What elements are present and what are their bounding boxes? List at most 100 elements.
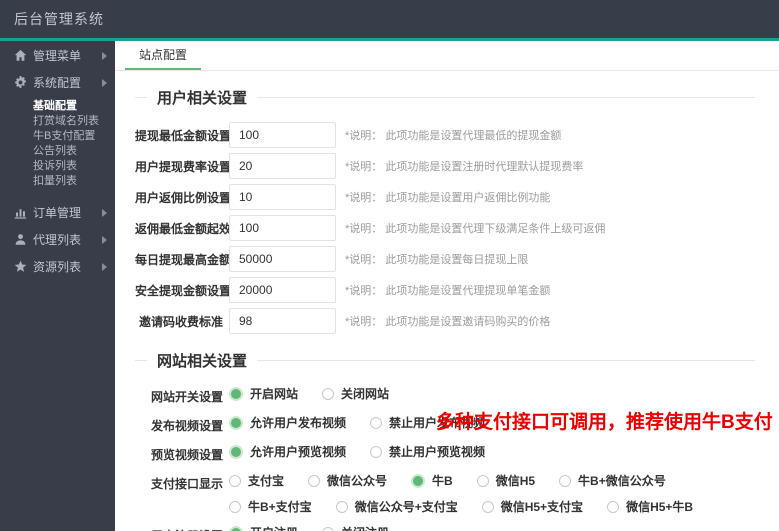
daily-max-withdraw-input[interactable] [229, 246, 336, 272]
chevron-right-icon [102, 51, 107, 60]
invite-code-price-input[interactable] [229, 308, 336, 334]
radio-icon [476, 474, 489, 487]
field-label: 用户注册设置 [135, 527, 223, 531]
field-label: 支付接口显示 [150, 477, 223, 491]
radio-option-forbid-preview[interactable]: 禁止用户预览视频 [370, 443, 485, 460]
section-title-website-settings: 网站相关设置 [135, 350, 755, 371]
radio-icon [229, 474, 241, 487]
radio-icon [559, 474, 572, 487]
sidebar-item-system-config[interactable]: 系统配置 [0, 69, 115, 96]
payment-recommendation-note: 多种支付接口可调用，推荐使用牛B支付 [436, 412, 773, 433]
radio-icon [370, 445, 383, 458]
radio-row-preview-video: 预览视频设置 允许用户预览视频 禁止用户预览视频 [135, 443, 755, 463]
sidebar-item-label: 系统配置 [33, 76, 82, 90]
submenu-item-basic-config[interactable]: 基础配置 [0, 99, 115, 114]
submenu-item-deduction-list[interactable]: 扣量列表 [0, 174, 115, 189]
radio-option-wechat-official-alipay[interactable]: 微信公众号+支付宝 [335, 498, 458, 515]
radio-icon [481, 500, 494, 513]
form-row-daily-max-withdraw: 每日提现最高金额 *说明： 此项功能是设置每日提现上限 [135, 246, 755, 272]
form-row-withdraw-fee-rate: 用户提现费率设置 *说明： 此项功能是设置注册时代理默认提现费率 [135, 153, 755, 179]
chevron-right-icon [102, 208, 107, 217]
field-label: 网站开关设置 [150, 390, 223, 404]
field-hint: *说明： 此项功能是设置用户返佣比例功能 [345, 192, 551, 204]
radio-icon [229, 386, 243, 401]
withdraw-fee-rate-input[interactable] [229, 153, 336, 179]
submenu-item-announcement-list[interactable]: 公告列表 [0, 144, 115, 159]
field-hint: *说明： 此项功能是设置注册时代理默认提现费率 [345, 161, 584, 173]
radio-option-alipay[interactable]: 支付宝 [229, 472, 284, 489]
sidebar: 管理菜单 系统配置 基础配置 打赏域名列表 牛B支付配置 公告列表 投诉列表 扣… [0, 41, 115, 531]
radio-icon [322, 526, 335, 531]
sidebar-item-label: 资源列表 [33, 260, 82, 274]
radio-icon [335, 500, 348, 513]
form-row-safe-withdraw: 安全提现金额设置 *说明： 此项功能是设置代理提现单笔金额 [135, 277, 755, 303]
radio-icon [411, 473, 426, 488]
submenu-item-niub-pay-config[interactable]: 牛B支付配置 [0, 129, 115, 144]
rebate-min-amount-input[interactable] [229, 215, 336, 241]
radio-option-allow-preview[interactable]: 允许用户预览视频 [229, 443, 346, 460]
form-row-rebate-ratio: 用户返佣比例设置 *说明： 此项功能是设置用户返佣比例功能 [135, 184, 755, 210]
field-label: 提现最低金额设置 [135, 128, 232, 143]
radio-icon [229, 500, 241, 513]
field-label: 返佣最低金额起效 [135, 221, 232, 236]
field-hint: *说明： 此项功能是设置代理下级满足条件上级可返佣 [345, 223, 606, 235]
user-icon [14, 233, 27, 246]
radio-option-niub-wechat-official[interactable]: 牛B+微信公众号 [559, 472, 666, 489]
radio-icon [229, 525, 243, 531]
radio-option-wechat-h5-alipay[interactable]: 微信H5+支付宝 [481, 498, 583, 515]
field-label: 用户返佣比例设置 [135, 190, 232, 205]
radio-icon [322, 387, 335, 400]
safe-withdraw-input[interactable] [229, 277, 336, 303]
radio-icon [308, 474, 321, 487]
radio-option-wechat-h5-niub[interactable]: 微信H5+牛B [607, 498, 693, 515]
section-title-user-settings: 用户相关设置 [135, 87, 755, 108]
sidebar-item-agent-list[interactable]: 代理列表 [0, 226, 115, 253]
radio-option-niub-alipay[interactable]: 牛B+支付宝 [229, 498, 312, 515]
radio-row-site-switch: 网站开关设置 开启网站 关闭网站 [135, 385, 755, 405]
field-label: 用户提现费率设置 [135, 159, 232, 174]
field-hint: *说明： 此项功能是设置邀请码购买的价格 [345, 316, 551, 328]
field-hint: *说明： 此项功能是设置代理最低的提现金额 [345, 130, 562, 142]
sidebar-item-manage-menu[interactable]: 管理菜单 [0, 42, 115, 69]
radio-icon [229, 415, 243, 430]
sidebar-item-resource-list[interactable]: 资源列表 [0, 253, 115, 280]
field-label: 安全提现金额设置 [135, 283, 232, 298]
star-icon [14, 260, 27, 273]
submenu-item-complaint-list[interactable]: 投诉列表 [0, 159, 115, 174]
app-title: 后台管理系统 [14, 11, 104, 27]
rebate-ratio-input[interactable] [229, 184, 336, 210]
sidebar-item-label: 订单管理 [33, 206, 82, 220]
radio-row-payment-interface: 支付接口显示 支付宝 微信公众号 牛B 微信H5 牛B+微信公众号 牛B+支付宝… [135, 472, 755, 515]
field-label: 邀请码收费标准 [138, 314, 223, 329]
app-header: 后台管理系统 [0, 0, 779, 38]
radio-option-close-register[interactable]: 关闭注册 [322, 524, 389, 531]
radio-row-user-register: 用户注册设置 开启注册 关闭注册 [135, 524, 755, 531]
chevron-right-icon [102, 262, 107, 271]
main-content: 站点配置 用户相关设置 提现最低金额设置 *说明： 此项功能是设置代理最低的提现… [115, 41, 779, 531]
form-row-invite-code-price: 邀请码收费标准 *说明： 此项功能是设置邀请码购买的价格 [135, 308, 755, 334]
sidebar-submenu: 基础配置 打赏域名列表 牛B支付配置 公告列表 投诉列表 扣量列表 [0, 96, 115, 199]
radio-option-wechat-official[interactable]: 微信公众号 [308, 472, 387, 489]
form-row-rebate-min-amount: 返佣最低金额起效 *说明： 此项功能是设置代理下级满足条件上级可返佣 [135, 215, 755, 241]
radio-option-close-site[interactable]: 关闭网站 [322, 385, 389, 402]
radio-option-open-register[interactable]: 开启注册 [229, 524, 298, 531]
submenu-item-tip-domain-list[interactable]: 打赏域名列表 [0, 114, 115, 129]
radio-option-wechat-h5[interactable]: 微信H5 [476, 472, 535, 489]
field-hint: *说明： 此项功能是设置代理提现单笔金额 [345, 285, 551, 297]
field-label: 预览视频设置 [150, 448, 223, 462]
radio-icon [607, 500, 620, 513]
radio-option-allow-publish[interactable]: 允许用户发布视频 [229, 414, 346, 431]
sidebar-item-label: 管理菜单 [33, 49, 82, 63]
field-hint: *说明： 此项功能是设置每日提现上限 [345, 254, 529, 266]
tab-site-config[interactable]: 站点配置 [125, 41, 202, 70]
radio-icon [229, 444, 243, 459]
sidebar-item-order-manage[interactable]: 订单管理 [0, 199, 115, 226]
min-withdraw-input[interactable] [229, 122, 336, 148]
tab-bar: 站点配置 [115, 41, 779, 71]
radio-option-open-site[interactable]: 开启网站 [229, 385, 298, 402]
chart-icon [14, 206, 27, 219]
radio-option-niub[interactable]: 牛B [411, 472, 453, 489]
home-icon [14, 49, 27, 62]
chevron-right-icon [102, 235, 107, 244]
chevron-right-icon [102, 78, 107, 87]
